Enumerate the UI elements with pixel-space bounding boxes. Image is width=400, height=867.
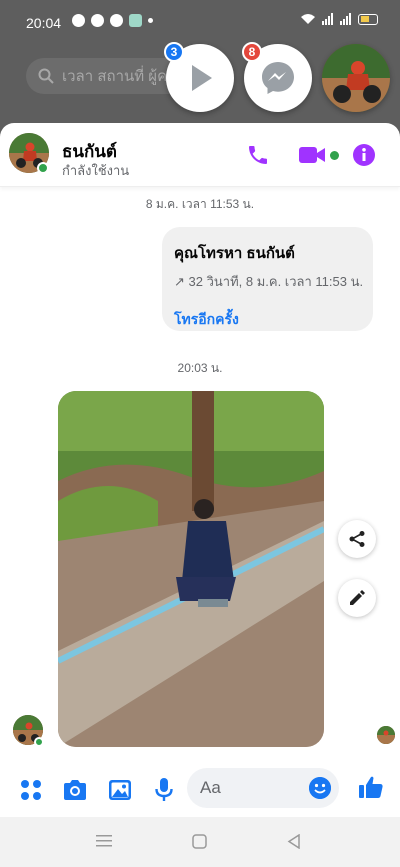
shared-photo [58,391,324,747]
avatar-photo [322,44,390,112]
background-search-placeholder: เวลา สถานที่ ผู้ค [62,68,168,85]
chat-head-video[interactable]: 3 [164,42,234,112]
online-indicator [34,737,44,747]
message-input-wrapper [187,768,339,808]
chat-head-messenger[interactable]: 8 [242,42,312,112]
battery-icon [358,13,378,25]
chat-panel: ธนกันต์ กำลังใช้งาน 8 ม.ค. เวลา 11:53 น.… [0,123,400,817]
more-notifications-dot [148,18,153,23]
call-again-link[interactable]: โทรอีกครั้ง [174,309,361,331]
recent-apps-icon[interactable] [96,834,112,848]
call-title: คุณโทรหา ธนกันต์ [174,245,295,262]
pencil-icon [350,590,365,605]
photo-message[interactable] [58,391,324,747]
chat-head-badge: 8 [242,42,262,62]
emoji-button[interactable] [309,777,331,799]
chat-head-badge: 3 [164,42,184,62]
voice-call-button[interactable] [244,141,272,169]
smiley-icon [309,777,331,799]
conversation-info-button[interactable] [350,141,378,169]
wifi-icon [301,14,315,24]
avatar-photo [377,726,395,744]
read-receipt-avatar [377,726,395,744]
call-detail: ↗ 32 วินาที, 8 ม.ค. เวลา 11:53 น. [174,274,364,289]
timestamp: 20:03 น. [177,361,223,375]
signal-icon-2 [340,13,351,25]
facebook-notification-icon [110,14,123,27]
video-online-dot [329,150,339,160]
more-actions-button[interactable] [18,777,44,803]
like-button[interactable] [358,774,384,800]
system-navigation-bar [0,817,400,867]
notification-icons [72,14,153,27]
message-input[interactable] [187,768,287,808]
chat-heads: 3 8 [164,42,396,116]
chat-header: ธนกันต์ กำลังใช้งาน [0,123,400,187]
thumbs-up-icon [359,776,383,798]
status-time: 20:04 [26,15,62,31]
signal-icon [322,13,333,25]
share-button[interactable] [338,520,376,558]
home-icon[interactable] [192,834,207,849]
chat-head-contact-avatar[interactable] [322,44,390,112]
microphone-icon [155,778,173,801]
edit-button[interactable] [338,579,376,617]
share-icon [349,531,365,547]
call-log-card: คุณโทรหา ธนกันต์ ↗ 32 วินาที, 8 ม.ค. เวล… [162,227,373,331]
voice-message-button[interactable] [151,777,177,803]
camera-icon [64,780,86,800]
phone-icon [249,146,267,164]
gallery-button[interactable] [107,777,133,803]
play-icon [192,65,212,91]
grid-dots-icon [21,780,41,800]
image-icon [109,780,131,800]
camera-button[interactable] [62,777,88,803]
timestamp: 8 ม.ค. เวลา 11:53 น. [145,197,255,211]
search-icon [38,68,54,84]
status-bar: 20:04 [0,0,400,44]
contact-status: กำลังใช้งาน [62,163,130,178]
back-icon[interactable] [287,834,301,849]
video-camera-icon [298,147,325,163]
info-icon [353,144,375,166]
online-indicator [37,162,49,174]
video-call-button[interactable] [296,141,340,169]
message-composer [0,759,400,817]
messenger-notification-icon [91,14,104,27]
app-notification-icon [129,14,142,27]
messenger-icon [262,62,294,94]
system-icons [300,13,378,25]
chat-notification-icon [72,14,85,27]
